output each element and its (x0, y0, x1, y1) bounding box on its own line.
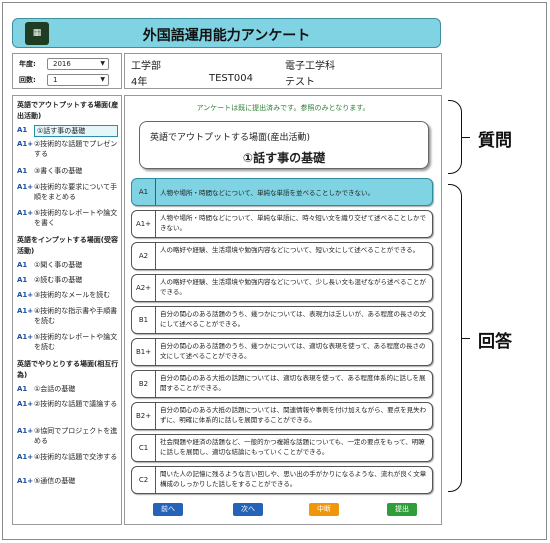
answer-option[interactable]: C2 聞いた人の記憶に残るような言い回しや、思い出の手がかりになるような、流れが… (131, 466, 433, 494)
answer-text: 人の略好や経験、生活環境や勉強内容などについて、少し長い文も混ぜながら述べること… (160, 278, 426, 296)
answer-level: A1+ (132, 211, 156, 237)
level-label: A1 (17, 261, 28, 269)
answer-option[interactable]: A1+ 人物や場所・時間などについて、単純な単語に、時々短い文を織り交ぜて述べる… (131, 210, 433, 238)
answer-level: A2 (132, 243, 156, 269)
sidebar: 英語でアウトプットする場面(産出活動) A1 ①話す事の基礎 A1+ ②技術的な… (12, 95, 122, 525)
level-label: A1+ (17, 209, 34, 217)
answer-annotation: 回答 (478, 332, 512, 352)
level-label: A1+ (17, 183, 34, 191)
sidebar-item-label: ③技術的なメールを読む (34, 291, 111, 299)
question-scene: 英語でアウトプットする場面(産出活動) (150, 133, 311, 143)
year-select[interactable]: 2016 ▼ (47, 58, 109, 70)
answer-level: B2+ (132, 403, 156, 429)
suspend-button[interactable]: 中断 (309, 503, 339, 516)
sidebar-section-heading: 英語をインプットする場面(受容活動) (17, 236, 118, 255)
answer-text: 人の略好や経験、生活環境や勉強内容などについて、短い文にして述べることができる。 (160, 246, 420, 254)
submitted-notice: アンケートは既に提出済みです。参照のみとなります。 (196, 104, 370, 112)
sidebar-section-heading: 英語でやりとりする場面(相互行為) (17, 360, 119, 379)
answer-text: 自分の関心のある大抵の話題については、適切な表現を使って、ある程度体系的に話しを… (160, 374, 426, 392)
answer-option[interactable]: A2+ 人の略好や経験、生活環境や勉強内容などについて、少し長い文も混ぜながら述… (131, 274, 433, 302)
count-select[interactable]: 1 ▼ (47, 74, 109, 86)
answer-text: 人物や場所・時間などについて、単純な単語に、時々短い文を織り交ぜて述べることしか… (160, 214, 426, 232)
user-id: TEST004 (209, 73, 253, 84)
sidebar-section-heading: 英語でアウトプットする場面(産出活動) (17, 101, 119, 120)
sidebar-item-label: ⑤技術的なレポートや論文を読む (34, 333, 118, 351)
faculty: 工学部 (131, 61, 161, 72)
answer-level: B1+ (132, 339, 156, 365)
answer-level: B2 (132, 371, 156, 397)
sidebar-item-label: ④技術的な要求について手順をまとめる (34, 183, 118, 201)
sidebar-item-label: ①会話の基礎 (34, 385, 76, 393)
answer-text: 人物や場所・時間などについて、単純な単語を並べることしかできない。 (160, 189, 374, 197)
answer-level: C1 (132, 435, 156, 461)
level-label: A1 (17, 385, 28, 393)
level-label: A1+ (17, 333, 34, 341)
sidebar-item-label: ①聞く事の基礎 (34, 261, 83, 269)
sidebar-item-label: ③書く事の基礎 (34, 167, 83, 175)
next-button[interactable]: 次へ (233, 503, 263, 516)
level-label: A1+ (17, 453, 34, 461)
year-label: 年度: (19, 60, 36, 68)
level-label: A1 (17, 126, 28, 134)
answer-text: 自分の関心のある話題のうち、幾つかについては、表現力は乏しいが、ある程度の長さの… (160, 310, 427, 328)
answer-option-selected[interactable]: A1 人物や場所・時間などについて、単純な単語を並べることしかできない。 (131, 178, 433, 206)
sidebar-item-label: ③協同でプロジェクトを進める (34, 427, 118, 445)
year-value: 2016 (53, 60, 71, 68)
answer-bracket (448, 184, 462, 492)
sidebar-item-label: ②技術的な話題で議論する (34, 400, 118, 408)
sidebar-item-label: ②読む事の基礎 (34, 276, 83, 284)
user-info-panel: 工学部 電子工学科 4年 TEST004 テスト (124, 53, 442, 89)
answer-text: 社会問題や経済の話題など、一般的かつ複雑な話題についても、一定の要点をもって、明… (160, 438, 425, 456)
answer-text: 自分の関心のある話題のうち、幾つかについては、適切な表現を使って、ある程度の長さ… (160, 342, 426, 360)
sidebar-item-label: ④技術的な話題で交渉する (34, 453, 118, 461)
level-label: A1+ (17, 400, 34, 408)
year-count-selector: 年度: 2016 ▼ 回数: 1 ▼ (12, 53, 122, 89)
sidebar-item-label: ②技術的な話題でプレゼンする (34, 140, 118, 158)
answer-level: A1 (132, 179, 156, 205)
sidebar-item-label: ①話す事の基礎 (34, 125, 118, 137)
chevron-down-icon: ▼ (100, 60, 105, 67)
answer-option[interactable]: B2 自分の関心のある大抵の話題については、適切な表現を使って、ある程度体系的に… (131, 370, 433, 398)
question-panel: アンケートは既に提出済みです。参照のみとなります。 英語でアウトプットする場面(… (124, 95, 442, 525)
answer-option[interactable]: B1 自分の関心のある話題のうち、幾つかについては、表現力は乏しいが、ある程度の… (131, 306, 433, 334)
answer-bracket-tip (462, 338, 470, 339)
answer-level: C2 (132, 467, 156, 493)
submit-button[interactable]: 提出 (387, 503, 417, 516)
grade: 4年 (131, 77, 148, 88)
user-name: テスト (285, 77, 315, 88)
sidebar-item-label: ④技術的な指示書や手順書を読む (34, 307, 118, 325)
answer-level: A2+ (132, 275, 156, 301)
page-title: 外国語運用能力アンケート (142, 28, 311, 44)
question-bracket-tip (462, 137, 470, 138)
sidebar-item-label: ⑤技術的なレポートや論文を書く (34, 209, 118, 227)
answer-option[interactable]: B1+ 自分の関心のある話題のうち、幾つかについては、適切な表現を使って、ある程… (131, 338, 433, 366)
count-value: 1 (53, 76, 58, 84)
sidebar-item-label: ⑤通信の基礎 (34, 477, 76, 485)
question-bracket (448, 100, 462, 174)
prev-button[interactable]: 前へ (153, 503, 183, 516)
chevron-down-icon: ▼ (100, 76, 105, 83)
level-label: A1 (17, 276, 28, 284)
level-label: A1+ (17, 427, 34, 435)
question-box: 英語でアウトプットする場面(産出活動) ①話す事の基礎 (139, 121, 429, 169)
level-label: A1+ (17, 291, 34, 299)
question-title: ①話す事の基礎 (242, 151, 326, 165)
department: 電子工学科 (285, 61, 335, 72)
answer-text: 聞いた人の記憶に残るような言い回しや、思い出の手がかりになるような、流れが良く文… (160, 470, 427, 488)
answer-text: 自分の関心のある大抵の話題については、関連情報や事例を付け加えながら、要点を見失… (160, 406, 427, 424)
answer-option[interactable]: A2 人の略好や経験、生活環境や勉強内容などについて、短い文にして述べることがで… (131, 242, 433, 270)
answer-option[interactable]: C1 社会問題や経済の話題など、一般的かつ複雑な話題についても、一定の要点をもっ… (131, 434, 433, 462)
level-label: A1+ (17, 477, 34, 485)
answer-option[interactable]: B2+ 自分の関心のある大抵の話題については、関連情報や事例を付け加えながら、要… (131, 402, 433, 430)
level-label: A1+ (17, 307, 34, 315)
count-label: 回数: (19, 76, 36, 84)
title-bar: ▦ 外国語運用能力アンケート (12, 18, 441, 48)
question-annotation: 質問 (478, 131, 512, 151)
answer-level: B1 (132, 307, 156, 333)
level-label: A1+ (17, 140, 34, 148)
level-label: A1 (17, 167, 28, 175)
